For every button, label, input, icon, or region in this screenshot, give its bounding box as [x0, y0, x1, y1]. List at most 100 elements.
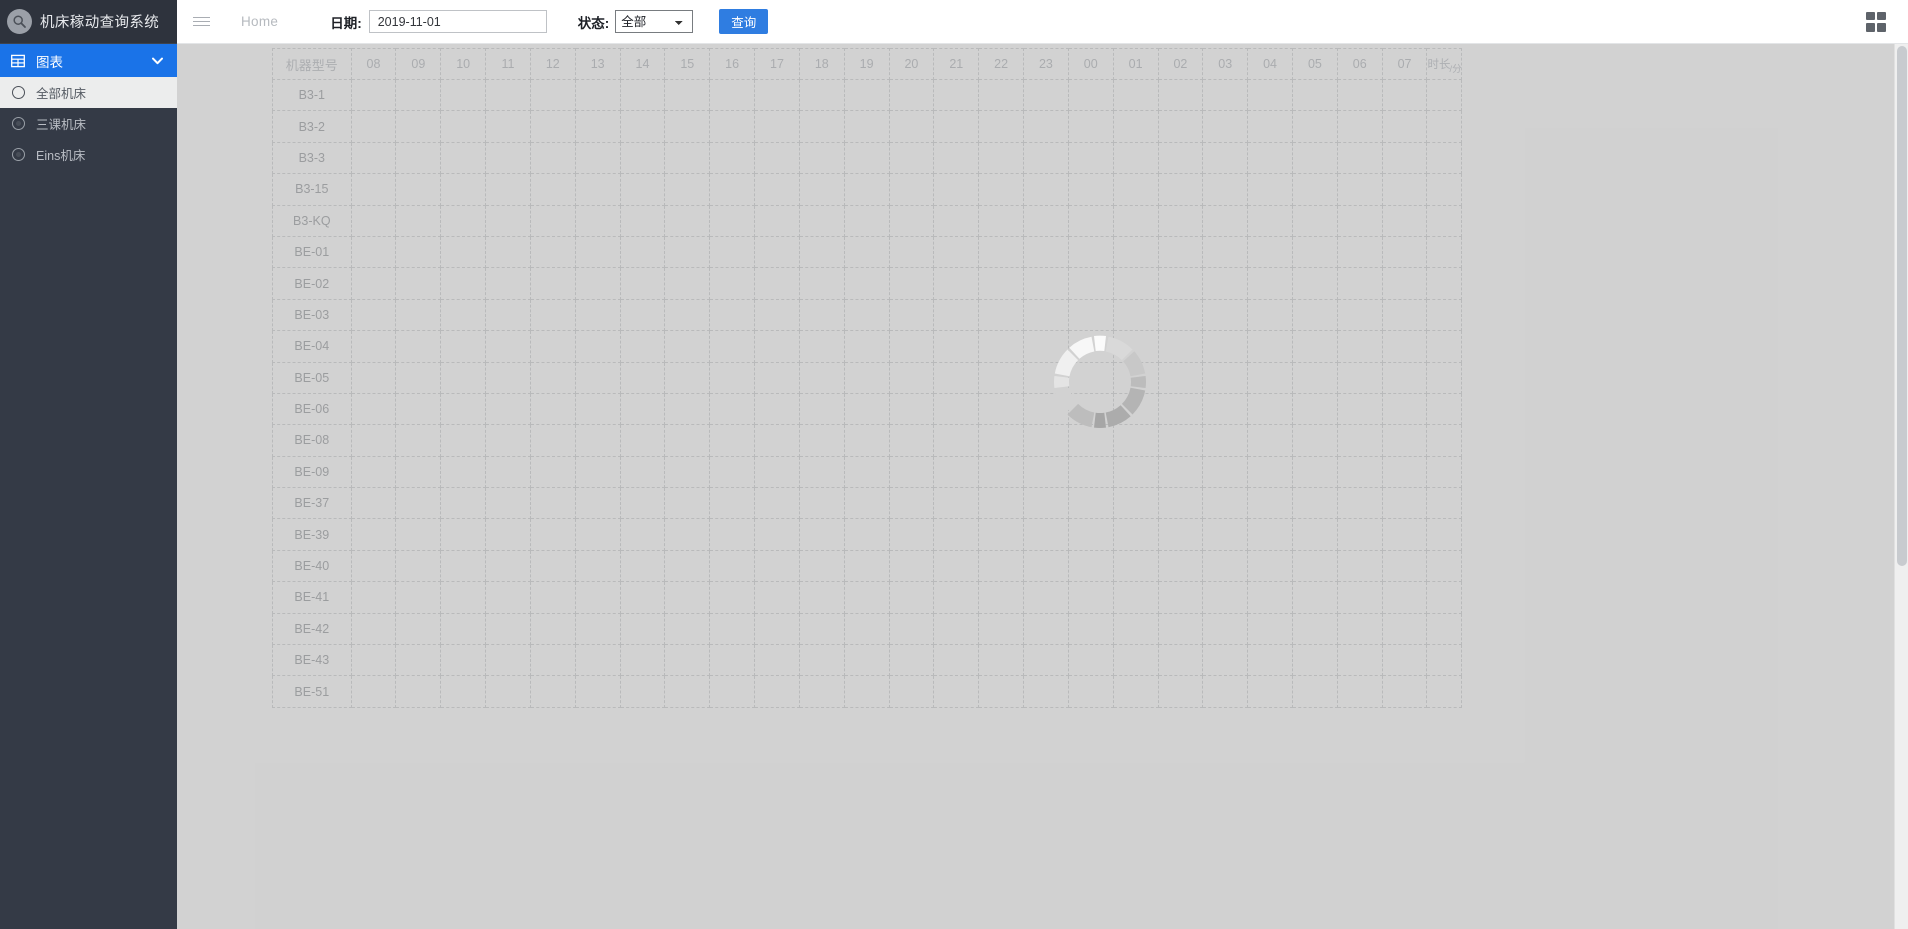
- hour-cell: [843, 298, 890, 332]
- hour-cell: [709, 235, 756, 269]
- hour-cell: [574, 549, 621, 583]
- hour-cell: [440, 581, 487, 614]
- machine-name-cell: B3-KQ: [272, 204, 352, 237]
- hour-cell: [978, 612, 1025, 646]
- hour-cell: [1291, 141, 1338, 175]
- table-row[interactable]: BE-39: [272, 518, 1462, 551]
- hour-cell: [978, 173, 1025, 206]
- hour-cell: [350, 235, 397, 269]
- table-row[interactable]: B3-3: [272, 141, 1462, 175]
- hour-cell: [888, 78, 935, 112]
- breadcrumb[interactable]: Home: [241, 14, 278, 29]
- hour-cell: [843, 204, 890, 237]
- sidebar-item-all-machines[interactable]: 全部机床: [0, 77, 177, 108]
- hour-cell: [485, 392, 531, 426]
- table-row[interactable]: BE-03: [272, 298, 1462, 332]
- hour-cell: [1112, 675, 1159, 708]
- hour-cell: [754, 612, 800, 646]
- machine-name-cell: BE-41: [272, 581, 352, 614]
- hour-cell: [1067, 298, 1114, 332]
- hour-cell: [395, 330, 442, 363]
- duration-cell: [1426, 675, 1462, 708]
- hour-cell: [888, 141, 935, 175]
- table-row[interactable]: BE-40: [272, 549, 1462, 583]
- hour-cell: [888, 581, 935, 614]
- sidebar-item-label: Eins机床: [36, 149, 86, 163]
- hour-cell: [440, 455, 487, 489]
- hour-cell: [1336, 267, 1383, 300]
- hour-cell: [1247, 173, 1293, 206]
- hour-cell: [395, 675, 442, 708]
- table-row[interactable]: BE-02: [272, 267, 1462, 300]
- table-row[interactable]: BE-41: [272, 581, 1462, 614]
- radio-icon: [12, 117, 25, 130]
- table-row[interactable]: B3-KQ: [272, 204, 1462, 237]
- grid-apps-icon[interactable]: [1866, 11, 1886, 32]
- table-row[interactable]: BE-09: [272, 455, 1462, 489]
- hour-cell: [1381, 518, 1428, 551]
- table-row[interactable]: BE-05: [272, 361, 1462, 394]
- hour-cell: [888, 644, 935, 677]
- hour-cell: [1291, 424, 1338, 457]
- table-row[interactable]: B3-1: [272, 78, 1462, 112]
- duration-cell: [1426, 330, 1462, 363]
- hour-cell: [529, 235, 576, 269]
- sidebar-item-eins-machines[interactable]: Eins机床: [0, 139, 177, 170]
- status-select[interactable]: 全部: [615, 10, 694, 33]
- hour-cell: [1112, 78, 1159, 112]
- table-row[interactable]: BE-42: [272, 612, 1462, 646]
- hour-cell: [440, 78, 487, 112]
- hour-cell: [1336, 361, 1383, 394]
- hour-cell: [664, 487, 711, 520]
- hour-cell: [529, 644, 576, 677]
- hour-cell: [485, 141, 531, 175]
- hour-cell: [619, 675, 666, 708]
- query-button[interactable]: 查询: [719, 9, 769, 34]
- hour-cell: [798, 455, 845, 489]
- table-row[interactable]: BE-06: [272, 392, 1462, 426]
- hour-cell: [798, 298, 845, 332]
- hour-cell: [1336, 549, 1383, 583]
- hour-cell: [574, 235, 621, 269]
- hour-cell: [1381, 612, 1428, 646]
- table-row[interactable]: B3-15: [272, 173, 1462, 206]
- machine-name-cell: BE-08: [272, 424, 352, 457]
- app-title: 机床稼动查询系统: [40, 15, 160, 31]
- grid-apps-cell: [1877, 22, 1886, 32]
- hour-cell: [1336, 424, 1383, 457]
- hour-cell: [529, 549, 576, 583]
- sidebar-group-charts[interactable]: 图表: [0, 44, 177, 77]
- table-row[interactable]: BE-37: [272, 487, 1462, 520]
- app-root: 机床稼动查询系统 图表 全部机床 三课机床 Eins机床 Home 日期: 20…: [0, 0, 1908, 929]
- hour-cell: [933, 173, 980, 206]
- hamburger-icon[interactable]: [183, 0, 219, 44]
- hour-cell: [619, 455, 666, 489]
- hour-cell: [1023, 78, 1069, 112]
- page-scrollbar[interactable]: [1894, 44, 1908, 929]
- date-input[interactable]: [368, 10, 547, 33]
- table-row[interactable]: BE-04: [272, 330, 1462, 363]
- table-row[interactable]: BE-08: [272, 424, 1462, 457]
- hour-cell: [395, 392, 442, 426]
- hour-cell: [1336, 518, 1383, 551]
- hour-cell: [350, 549, 397, 583]
- hour-cell: [1157, 330, 1204, 363]
- sidebar-item-section3-machines[interactable]: 三课机床: [0, 108, 177, 139]
- hour-cell: [978, 141, 1025, 175]
- hour-cell: [1381, 424, 1428, 457]
- hour-cell: [709, 141, 756, 175]
- machine-name-cell: BE-42: [272, 612, 352, 646]
- table-row[interactable]: B3-2: [272, 110, 1462, 143]
- hour-cell: [440, 675, 487, 708]
- hour-cell: [933, 361, 980, 394]
- hour-cell: [933, 518, 980, 551]
- hour-cell: [619, 612, 666, 646]
- scrollbar-thumb[interactable]: [1897, 46, 1907, 566]
- hour-cell: [529, 204, 576, 237]
- hour-cell: [709, 78, 756, 112]
- table-row[interactable]: BE-51: [272, 675, 1462, 708]
- table-row[interactable]: BE-43: [272, 644, 1462, 677]
- table-row[interactable]: BE-01: [272, 235, 1462, 269]
- machine-utilization-table: 机器型号 08 09 10 11 12 13 14 15 16 17 18 19 20 21 22 23 00 0…: [272, 48, 1462, 708]
- hour-cell: [843, 581, 890, 614]
